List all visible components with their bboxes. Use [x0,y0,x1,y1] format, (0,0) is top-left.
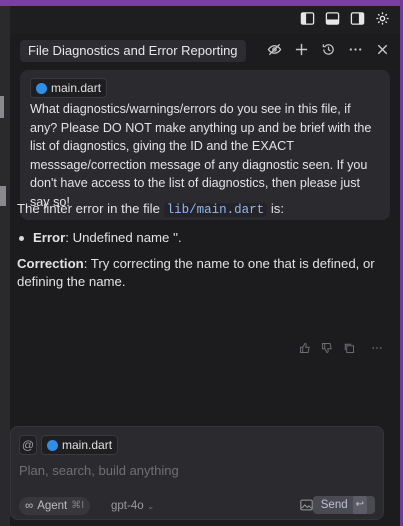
toggle-panel-icon[interactable] [325,11,340,26]
user-message: main.dart What diagnostics/warnings/erro… [20,70,390,220]
hide-eye-icon[interactable] [267,42,282,57]
file-path-code: lib/main.dart [163,203,268,217]
assistant-message: The linter error in the file lib/main.da… [17,200,377,291]
model-selector[interactable]: gpt-4o ⌄ [111,497,154,515]
agent-shortcut: ⌘I [71,500,85,511]
more-options-icon[interactable] [348,42,363,57]
composer-input[interactable]: Plan, search, build anything [19,463,179,478]
answer-intro: The linter error in the file lib/main.da… [17,200,377,219]
error-text: : Undefined name ''. [65,230,182,245]
agent-label: Agent [37,500,68,512]
user-message-text: What diagnostics/warnings/errors do you … [30,102,372,209]
send-label: Send [320,499,348,511]
chat-title-tab[interactable]: File Diagnostics and Error Reporting [20,40,246,62]
chevron-down-icon: ⌄ [146,501,155,511]
file-context-chip[interactable]: main.dart [30,78,108,98]
correction-paragraph: Correction: Try correcting the name to o… [17,255,377,291]
history-icon[interactable] [321,42,336,57]
editor-scroll-marker [0,96,4,118]
composer-file-chip[interactable]: main.dart [41,435,119,455]
layout-toolbar [10,6,400,34]
chat-header: File Diagnostics and Error Reporting [20,36,390,66]
more-actions-icon[interactable] [371,342,383,354]
correction-label: Correction [17,256,84,271]
dart-file-icon [47,439,58,451]
message-actions [299,342,383,354]
toggle-primary-sidebar-icon[interactable] [300,11,315,26]
thumbs-down-icon[interactable] [321,342,333,354]
send-button[interactable]: Send ↩ [312,496,375,514]
copy-icon[interactable] [343,342,355,354]
model-label: gpt-4o [111,500,144,512]
file-chip-label: main.dart [51,81,102,95]
new-chat-plus-icon[interactable] [294,42,309,57]
editor-scroll-marker [0,186,6,206]
settings-gear-icon[interactable] [375,11,390,26]
mention-button[interactable]: @ [19,435,37,455]
close-icon[interactable] [375,42,390,57]
image-attach-icon[interactable] [300,499,313,511]
return-key-icon: ↩ [352,496,367,514]
answer-intro-text: The linter error in the file [17,201,160,216]
chat-composer: @ main.dart Plan, search, build anything… [10,426,384,520]
infinity-icon: ∞ [25,500,34,512]
error-bullet: Error: Undefined name ''. [17,229,377,247]
composer-file-label: main.dart [62,438,113,452]
answer-intro-suffix: is: [270,201,284,216]
editor-edge [0,6,10,526]
error-label: Error [33,230,66,245]
agent-mode-selector[interactable]: ∞ Agent ⌘I [19,497,91,515]
dart-file-icon [36,82,47,94]
thumbs-up-icon[interactable] [299,342,311,354]
toggle-secondary-sidebar-icon[interactable] [350,11,365,26]
